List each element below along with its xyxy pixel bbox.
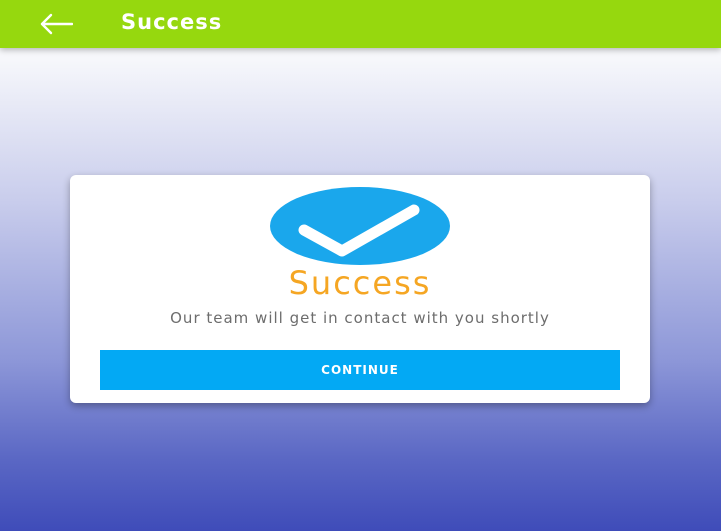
continue-button[interactable]: CONTINUE: [100, 350, 620, 390]
success-card: Success Our team will get in contact wit…: [70, 175, 650, 403]
success-message: Our team will get in contact with you sh…: [170, 309, 550, 327]
page-title: Success: [121, 10, 223, 34]
back-button[interactable]: [36, 8, 76, 40]
success-heading: Success: [288, 264, 432, 302]
arrow-left-icon: [40, 13, 73, 35]
check-circle-icon: [270, 187, 450, 265]
app-bar: Success: [0, 0, 721, 48]
